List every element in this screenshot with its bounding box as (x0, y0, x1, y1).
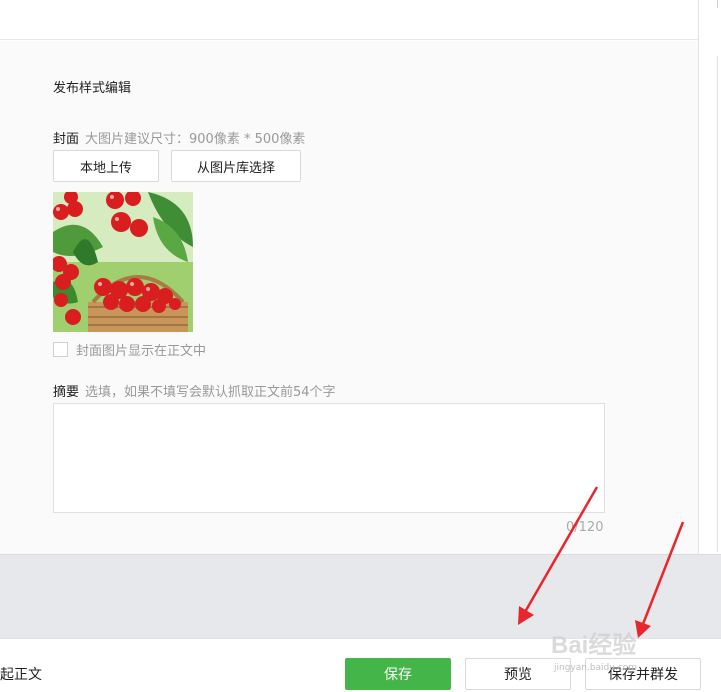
save-button[interactable]: 保存 (345, 658, 451, 690)
show-cover-in-body-row[interactable]: 封面图片显示在正文中 (53, 340, 206, 359)
editor-bottom-area (0, 554, 721, 638)
cover-image[interactable] (53, 192, 193, 332)
summary-textarea[interactable] (53, 403, 605, 513)
section-title: 发布样式编辑 (53, 81, 132, 96)
local-upload-button[interactable]: 本地上传 (53, 150, 159, 182)
summary-char-counter: 0/120 (566, 520, 604, 535)
right-panel-edge (717, 0, 718, 8)
cover-label-row: 封面 大图片建议尺寸：900像素 * 500像素 (53, 128, 305, 147)
right-panel-scrollbar[interactable] (717, 56, 718, 552)
show-cover-label: 封面图片显示在正文中 (76, 344, 207, 359)
footer-left-link[interactable]: 起正文 (0, 664, 42, 684)
watermark-url: jingyan.baidu.com (554, 663, 638, 673)
summary-label-row: 摘要 选填，如果不填写会默认抓取正文前54个字 (53, 381, 336, 400)
right-side-panel (699, 0, 721, 555)
cover-size-hint: 大图片建议尺寸：900像素 * 500像素 (85, 132, 306, 147)
cover-label: 封面 (53, 132, 80, 147)
top-header-area (0, 0, 698, 40)
show-cover-checkbox[interactable] (53, 342, 68, 357)
summary-label: 摘要 (53, 385, 80, 400)
summary-hint: 选填，如果不填写会默认抓取正文前54个字 (85, 385, 336, 400)
image-library-button[interactable]: 从图片库选择 (171, 150, 301, 182)
